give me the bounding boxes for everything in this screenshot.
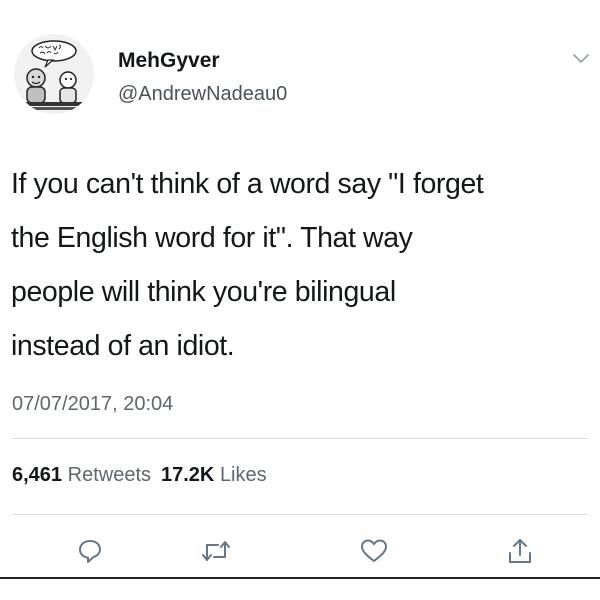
tweet-timestamp[interactable]: 07/07/2017, 20:04 <box>12 392 173 416</box>
tweet-stats: 6,461 Retweets 17.2K Likes <box>12 463 267 487</box>
reply-icon <box>79 540 101 563</box>
avatar-cartoon-image <box>14 34 94 114</box>
tweet-text: If you can't think of a word say "I forg… <box>11 168 484 362</box>
share-icon <box>509 539 531 563</box>
like-button[interactable] <box>357 535 391 567</box>
author-handle[interactable]: @AndrewNadeau0 <box>118 82 287 106</box>
retweets-stat[interactable]: 6,461 Retweets <box>12 464 151 486</box>
likes-count: 17.2K <box>161 464 215 486</box>
avatar[interactable] <box>14 34 94 114</box>
retweets-count: 6,461 <box>12 464 63 486</box>
reply-button[interactable] <box>73 535 107 567</box>
author-display-name[interactable]: MehGyver <box>118 48 220 74</box>
chevron-down-icon[interactable] <box>572 52 590 66</box>
divider <box>12 514 588 515</box>
divider <box>12 438 588 439</box>
tweet-card: MehGyver @AndrewNadeau0 If you can't thi… <box>0 0 600 600</box>
likes-stat[interactable]: 17.2K Likes <box>161 464 267 486</box>
retweet-icon <box>202 541 230 561</box>
bottom-border <box>0 577 600 579</box>
retweet-button[interactable] <box>199 535 233 567</box>
like-icon <box>361 539 387 562</box>
retweets-label: Retweets <box>67 464 151 486</box>
share-button[interactable] <box>503 535 537 567</box>
likes-label: Likes <box>219 464 267 486</box>
